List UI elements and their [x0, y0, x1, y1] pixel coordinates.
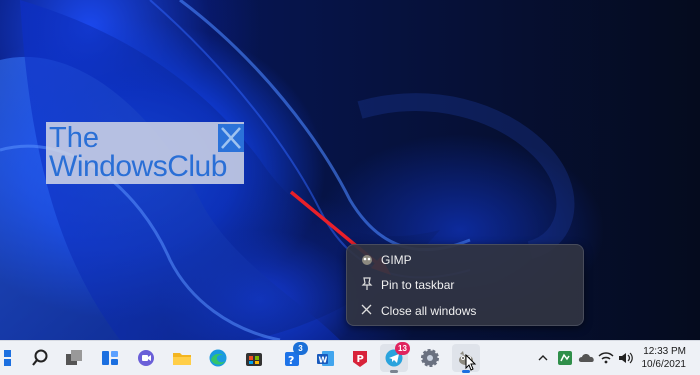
word-button[interactable]: W — [312, 344, 340, 372]
file-explorer-icon — [173, 353, 191, 365]
close-icon — [359, 302, 375, 318]
store-icon — [246, 353, 262, 366]
app-p-icon: P — [353, 351, 367, 367]
notification-badge: 13 — [395, 342, 410, 355]
edge-icon — [209, 349, 227, 367]
store-button[interactable] — [240, 344, 268, 372]
chevron-up-icon[interactable] — [536, 351, 550, 365]
gimp-jump-list: GIMP Pin to taskbar Close all windows — [346, 244, 584, 326]
running-indicator — [390, 370, 398, 373]
svg-text:?: ? — [288, 354, 294, 367]
jump-list-app-gimp[interactable]: GIMP — [347, 247, 583, 272]
word-blue-button[interactable]: ? 3 — [278, 342, 308, 372]
task-view-icon — [66, 350, 82, 365]
gimp-icon — [359, 251, 375, 267]
file-explorer-button[interactable] — [168, 344, 196, 372]
svg-text:P: P — [357, 354, 364, 365]
close-all-windows-item[interactable]: Close all windows — [347, 298, 583, 323]
mouse-cursor-icon — [465, 354, 477, 371]
start-button[interactable] — [0, 344, 22, 372]
telegram-button[interactable]: 13 — [380, 342, 410, 373]
onedrive-cloud-icon[interactable] — [578, 351, 596, 365]
search-button[interactable] — [26, 344, 54, 372]
word-icon: W — [317, 351, 334, 366]
settings-button[interactable] — [416, 344, 444, 372]
jump-list-item-label: Pin to taskbar — [381, 278, 455, 292]
wifi-icon[interactable] — [598, 351, 614, 365]
pin-to-taskbar-item[interactable]: Pin to taskbar — [347, 272, 583, 297]
notification-badge: 3 — [293, 342, 308, 355]
volume-icon[interactable] — [618, 351, 634, 365]
widgets-icon — [102, 351, 118, 365]
start-icon — [4, 350, 11, 366]
clock-date: 10/6/2021 — [641, 359, 687, 370]
jump-list-item-label: GIMP — [381, 253, 412, 267]
search-icon — [32, 349, 48, 366]
tray-app-icon[interactable] — [556, 349, 574, 367]
widgets-button[interactable] — [96, 344, 124, 372]
task-view-button[interactable] — [60, 344, 88, 372]
teams-chat-icon — [138, 350, 154, 366]
svg-text:W: W — [319, 356, 328, 365]
app-p-button[interactable]: P — [346, 344, 374, 372]
taskbar: ? 3 W P 13 12:33 PM 10/6/2021 — [0, 340, 700, 375]
teams-chat-button[interactable] — [132, 344, 160, 372]
pin-icon — [359, 276, 375, 292]
taskbar-clock[interactable]: 12:33 PM 10/6/2021 — [642, 345, 687, 371]
settings-icon — [421, 349, 439, 367]
jump-list-item-label: Close all windows — [381, 304, 477, 318]
clock-time: 12:33 PM — [643, 346, 686, 357]
edge-button[interactable] — [204, 344, 232, 372]
